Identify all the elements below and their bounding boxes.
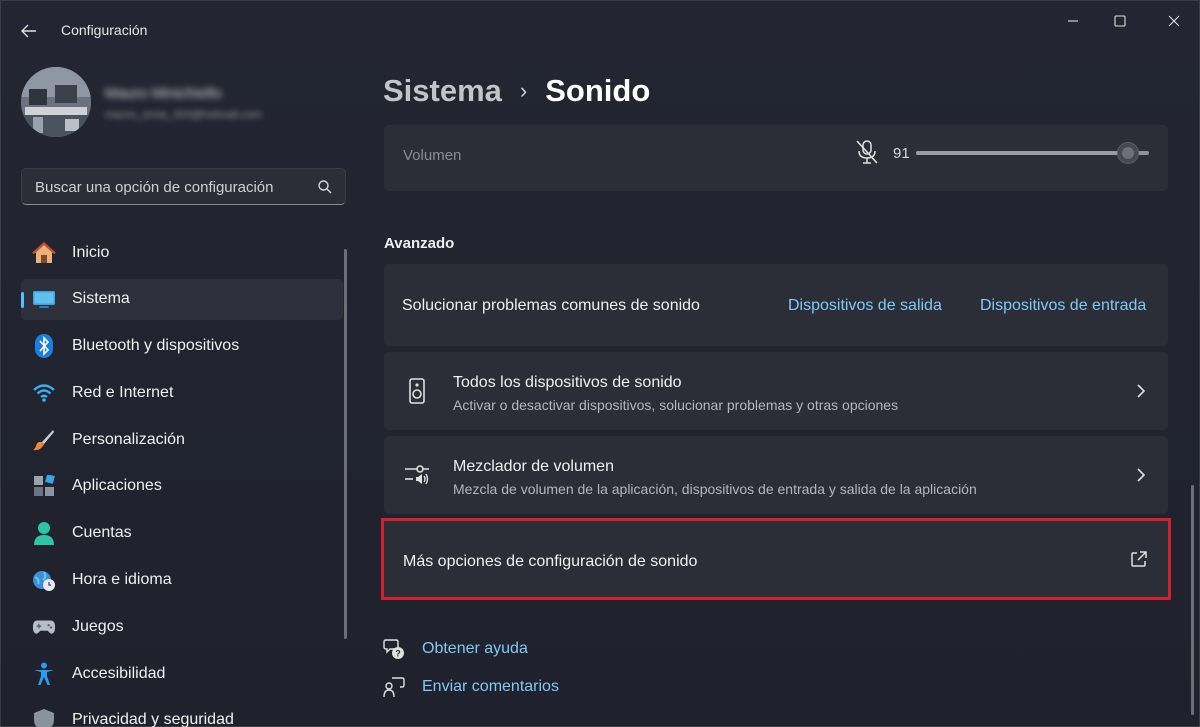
sidebar-item-sistema[interactable]: Sistema <box>21 278 343 320</box>
sidebar-item-label: Accesibilidad <box>72 664 166 682</box>
shield-icon <box>32 708 56 727</box>
settings-window: Configuración Mauro Minichiello mauro_or… <box>0 0 1200 727</box>
sidebar-item-inicio[interactable]: Inicio <box>21 232 343 273</box>
feedback-icon <box>383 677 405 698</box>
page-title: Sonido <box>545 73 651 108</box>
search-icon <box>318 180 332 194</box>
get-help-link[interactable]: Obtener ayuda <box>422 640 528 658</box>
close-button[interactable] <box>1151 9 1197 33</box>
sidebar-item-label: Aplicaciones <box>72 477 162 495</box>
sidebar-item-bluetooth[interactable]: Bluetooth y dispositivos <box>21 326 343 367</box>
speaker-icon <box>409 378 425 404</box>
sidebar-item-accesibilidad[interactable]: Accesibilidad <box>21 653 343 694</box>
row-title: Todos los dispositivos de sonido <box>453 374 682 391</box>
back-arrow-icon <box>21 24 36 38</box>
account-icon <box>32 521 56 546</box>
sidebar-item-hora-idioma[interactable]: Hora e idioma <box>21 560 343 601</box>
section-heading-advanced: Avanzado <box>384 235 455 252</box>
get-help-row[interactable]: ? Obtener ayuda <box>383 636 528 662</box>
troubleshoot-card: Solucionar problemas comunes de sonido D… <box>384 264 1168 346</box>
input-volume-card: Volumen 91 <box>384 125 1168 191</box>
bluetooth-icon <box>32 334 56 359</box>
clock-globe-icon <box>32 568 56 592</box>
more-sound-settings-row[interactable]: Más opciones de configuración de sonido <box>381 518 1171 600</box>
sidebar-item-cuentas[interactable]: Cuentas <box>21 513 343 554</box>
sidebar-item-label: Hora e idioma <box>72 571 172 589</box>
sidebar-scrollbar[interactable] <box>344 249 347 639</box>
system-icon <box>32 287 56 311</box>
help-chat-icon: ? <box>383 639 404 659</box>
search-input[interactable]: Buscar una opción de configuración <box>21 168 346 205</box>
sidebar-nav: Inicio Sistema Bluetooth y dispositivos … <box>21 232 343 727</box>
volume-label: Volumen <box>403 147 462 164</box>
mixer-icon <box>405 465 429 485</box>
volume-value: 91 <box>893 145 910 162</box>
breadcrumb-parent[interactable]: Sistema <box>383 73 502 109</box>
home-icon <box>32 241 56 265</box>
external-link-icon <box>1131 551 1147 567</box>
sidebar-item-red[interactable]: Red e Internet <box>21 372 343 413</box>
avatar <box>21 67 91 137</box>
close-icon <box>1168 15 1180 27</box>
breadcrumb: Sistema › Sonido <box>383 71 650 111</box>
wifi-icon <box>32 381 56 405</box>
volume-slider[interactable] <box>916 142 1149 164</box>
sidebar-item-label: Juegos <box>72 617 124 635</box>
sidebar-item-label: Bluetooth y dispositivos <box>72 337 240 355</box>
sidebar-item-label: Inicio <box>72 243 110 261</box>
title-bar: Configuración <box>1 1 1200 59</box>
svg-text:?: ? <box>395 649 401 659</box>
mic-muted-icon[interactable] <box>855 139 879 165</box>
back-button[interactable] <box>15 19 43 43</box>
volume-slider-fill <box>916 151 1129 155</box>
search-placeholder: Buscar una opción de configuración <box>35 179 274 196</box>
row-subtitle: Mezcla de volumen de la aplicación, disp… <box>453 481 977 497</box>
app-title: Configuración <box>61 22 148 38</box>
output-devices-link[interactable]: Dispositivos de salida <box>788 297 942 315</box>
troubleshoot-label: Solucionar problemas comunes de sonido <box>402 297 700 314</box>
volume-slider-thumb[interactable] <box>1117 142 1140 164</box>
all-sound-devices-row[interactable]: Todos los dispositivos de sonido Activar… <box>384 352 1168 430</box>
minimize-button[interactable] <box>1050 9 1096 33</box>
chevron-right-icon <box>1137 468 1146 482</box>
feedback-row[interactable]: Enviar comentarios <box>383 674 559 700</box>
sidebar-item-label: Privacidad y seguridad <box>72 711 234 727</box>
brush-icon <box>32 428 56 452</box>
apps-icon <box>32 474 56 498</box>
sidebar-item-label: Personalización <box>72 430 185 448</box>
chevron-right-icon <box>1137 384 1146 398</box>
profile-email: mauro_ornia_303@hotmail.com <box>105 109 262 121</box>
accessibility-icon <box>32 662 56 686</box>
more-sound-settings-label: Más opciones de configuración de sonido <box>403 553 698 570</box>
send-feedback-link[interactable]: Enviar comentarios <box>422 678 559 696</box>
sidebar-item-label: Red e Internet <box>72 383 174 401</box>
sidebar-item-privacidad[interactable]: Privacidad y seguridad <box>21 700 343 727</box>
user-profile[interactable]: Mauro Minichiello mauro_ornia_303@hotmai… <box>21 67 341 139</box>
breadcrumb-separator: › <box>519 78 528 103</box>
sidebar-item-aplicaciones[interactable]: Aplicaciones <box>21 466 343 507</box>
row-subtitle: Activar o desactivar dispositivos, soluc… <box>453 397 899 413</box>
sidebar-item-label: Sistema <box>72 290 130 308</box>
maximize-icon <box>1114 15 1126 27</box>
row-title: Mezclador de volumen <box>453 458 614 475</box>
sidebar-item-label: Cuentas <box>72 524 132 542</box>
minimize-icon <box>1068 20 1078 22</box>
main-scrollbar[interactable] <box>1191 485 1194 715</box>
input-devices-link[interactable]: Dispositivos de entrada <box>980 297 1146 315</box>
gamepad-icon <box>32 615 56 639</box>
maximize-button[interactable] <box>1097 9 1143 33</box>
sidebar-item-juegos[interactable]: Juegos <box>21 606 343 647</box>
profile-name: Mauro Minichiello <box>105 85 222 102</box>
volume-mixer-row[interactable]: Mezclador de volumen Mezcla de volumen d… <box>384 436 1168 514</box>
sidebar-item-personalizacion[interactable]: Personalización <box>21 419 343 460</box>
